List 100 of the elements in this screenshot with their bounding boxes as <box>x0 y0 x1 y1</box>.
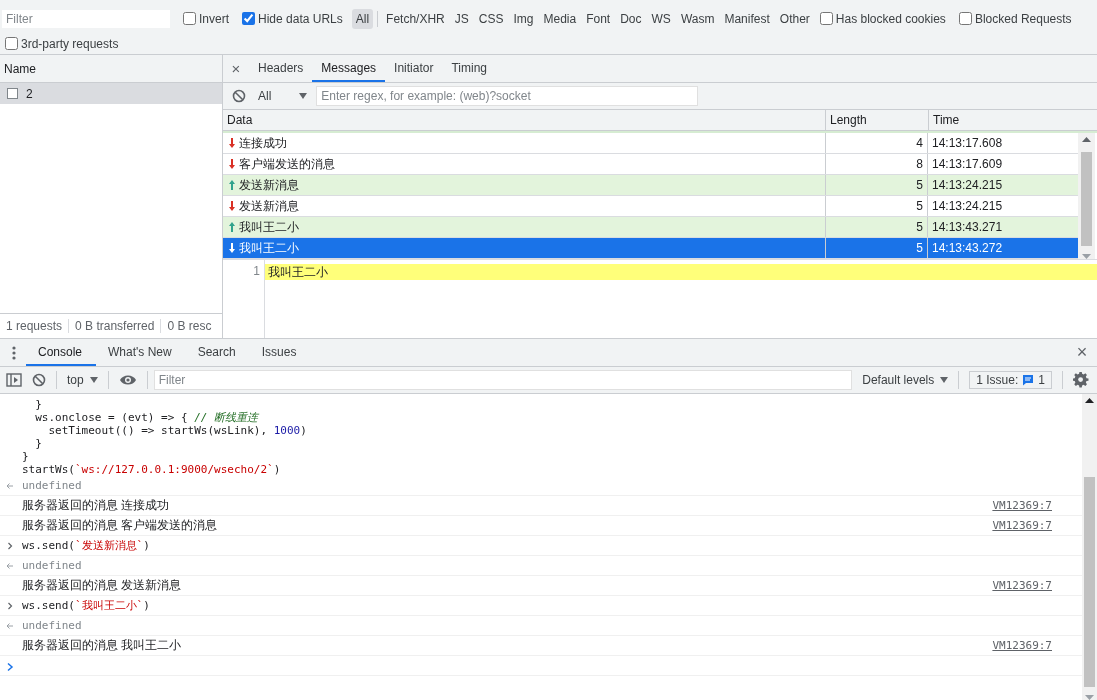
drawer-tab[interactable]: Search <box>185 339 250 366</box>
checkbox[interactable] <box>7 88 18 99</box>
scrollbar[interactable] <box>1082 394 1097 700</box>
type-filter-button[interactable]: WS <box>647 8 675 29</box>
scroll-up-icon[interactable] <box>1085 398 1094 403</box>
invert-checkbox[interactable] <box>183 12 196 25</box>
column-header: Name <box>4 61 36 76</box>
message-length: 5 <box>825 217 927 237</box>
clear-icon[interactable] <box>32 373 46 387</box>
log-message: 服务器返回的消息 发送新消息 <box>22 577 183 594</box>
message-icon <box>1022 374 1035 386</box>
type-filter-button[interactable]: Font <box>582 8 615 29</box>
column-header[interactable]: Length <box>825 110 928 130</box>
message-row[interactable]: 连接成功 4 14:13:17.608 <box>223 133 1078 154</box>
message-data: 我叫王二小 <box>239 218 299 236</box>
tab[interactable]: Headers <box>249 55 313 82</box>
clear-icon[interactable] <box>232 89 246 103</box>
line-number: 1 <box>253 264 261 278</box>
message-row[interactable]: 客户端发送的消息 8 14:13:17.609 <box>223 154 1078 175</box>
message-data: 连接成功 <box>239 134 287 152</box>
down-arrow-icon <box>229 243 235 253</box>
close-button[interactable]: × <box>1067 339 1097 366</box>
input-command: ws.send(`我叫王二小`) <box>22 598 150 613</box>
context-dropdown[interactable]: top <box>67 373 98 387</box>
checkbox-label: 3rd-party requests <box>21 36 119 51</box>
type-filter-button[interactable]: All <box>351 8 374 29</box>
message-length: 4 <box>825 133 927 153</box>
log-message: 服务器返回的消息 客户端发送的消息 <box>22 517 219 534</box>
caret-icon <box>89 377 98 383</box>
message-row[interactable]: 我叫王二小 5 14:13:43.271 <box>223 217 1078 238</box>
column-header[interactable]: Data <box>223 110 825 130</box>
message-data: 发送新消息 <box>239 197 299 215</box>
source-link[interactable]: VM12369:7 <box>992 579 1052 592</box>
tab[interactable]: Timing <box>442 55 496 82</box>
down-arrow-icon <box>229 201 235 211</box>
request-row[interactable]: 2 <box>0 83 222 104</box>
checkbox-label: Has blocked cookies <box>835 11 946 26</box>
code-line: } <box>34 437 42 450</box>
message-row[interactable]: 发送新消息 5 14:13:24.215 <box>223 196 1078 217</box>
down-arrow-icon <box>229 159 235 169</box>
message-length: 5 <box>825 238 927 258</box>
type-filter-button[interactable]: JS <box>450 8 473 29</box>
return-arrow-icon <box>6 622 14 630</box>
input-command: ws.send(`发送新消息`) <box>22 538 150 553</box>
status-text: 1 requests <box>5 319 64 333</box>
message-length: 5 <box>825 196 927 216</box>
return-arrow-icon <box>6 482 14 490</box>
type-filter-button[interactable]: Wasm <box>676 8 719 29</box>
result-text: undefined <box>22 479 82 492</box>
issues-button[interactable]: 1 Issue: 1 <box>969 371 1052 389</box>
type-filter-button[interactable]: Media <box>539 8 581 29</box>
scroll-down-icon[interactable] <box>1082 254 1091 259</box>
settings-icon[interactable] <box>1073 372 1089 388</box>
eye-icon[interactable] <box>118 374 137 386</box>
message-data: 发送新消息 <box>239 176 299 194</box>
message-length: 8 <box>825 154 927 174</box>
return-arrow-icon <box>6 562 14 570</box>
code-line: startWs(`ws://127.0.0.1:9000/wsecho/2`) <box>22 463 281 476</box>
column-header[interactable]: Time <box>928 110 1079 130</box>
log-levels-dropdown[interactable]: Default levels <box>862 373 949 387</box>
sidebar-toggle-icon[interactable] <box>6 373 22 387</box>
log-message: 服务器返回的消息 我叫王二小 <box>22 637 183 654</box>
result-text: undefined <box>22 559 82 572</box>
type-filter-button[interactable]: Other <box>775 8 814 29</box>
more-menu-icon[interactable] <box>12 345 16 360</box>
code-line: setTimeout(() => startWs(wsLink), 1000) <box>47 424 307 437</box>
tab[interactable]: Initiator <box>385 55 443 82</box>
checkbox-label: Invert <box>199 11 229 26</box>
source-link[interactable]: VM12369:7 <box>992 519 1052 532</box>
type-filter-button[interactable]: Manifest <box>720 8 774 29</box>
chevron-icon <box>6 602 14 610</box>
message-data: 我叫王二小 <box>239 239 299 257</box>
type-filter-button[interactable]: Doc <box>616 8 646 29</box>
prompt-chevron-icon[interactable] <box>6 662 14 672</box>
scrollbar[interactable] <box>1078 133 1095 259</box>
option-checkbox[interactable] <box>5 37 18 50</box>
caret-icon <box>299 93 308 99</box>
search-field[interactable]: Enter regex, for example: (web)?socket <box>316 86 699 106</box>
scroll-down-icon[interactable] <box>1085 695 1094 700</box>
console-filter-field[interactable]: Filter <box>153 370 853 390</box>
result-text: undefined <box>22 619 82 632</box>
type-filter-button[interactable]: CSS <box>474 8 508 29</box>
option-checkbox[interactable] <box>819 12 833 25</box>
message-length: 5 <box>825 175 927 195</box>
type-filter-button[interactable]: Fetch/XHR <box>382 8 449 29</box>
code-line: } <box>34 398 42 411</box>
message-row[interactable]: 发送新消息 5 14:13:24.215 <box>223 175 1078 196</box>
message-type-dropdown[interactable]: All <box>258 89 308 103</box>
close-button[interactable]: × <box>223 55 249 82</box>
filter-field[interactable]: Filter <box>2 9 170 28</box>
hide-data-urls-checkbox[interactable] <box>242 12 255 25</box>
type-filter-button[interactable]: Img <box>509 8 538 29</box>
drawer-tab[interactable]: Issues <box>249 339 311 366</box>
message-row[interactable]: 我叫王二小 5 14:13:43.272 <box>223 238 1078 259</box>
source-link[interactable]: VM12369:7 <box>992 499 1052 512</box>
source-link[interactable]: VM12369:7 <box>992 639 1052 652</box>
status-text: 0 B resc <box>160 319 218 333</box>
checkbox-label: Hide data URLs <box>258 11 343 26</box>
drawer-tab[interactable]: What's New <box>96 339 186 366</box>
option-checkbox[interactable] <box>958 12 972 25</box>
